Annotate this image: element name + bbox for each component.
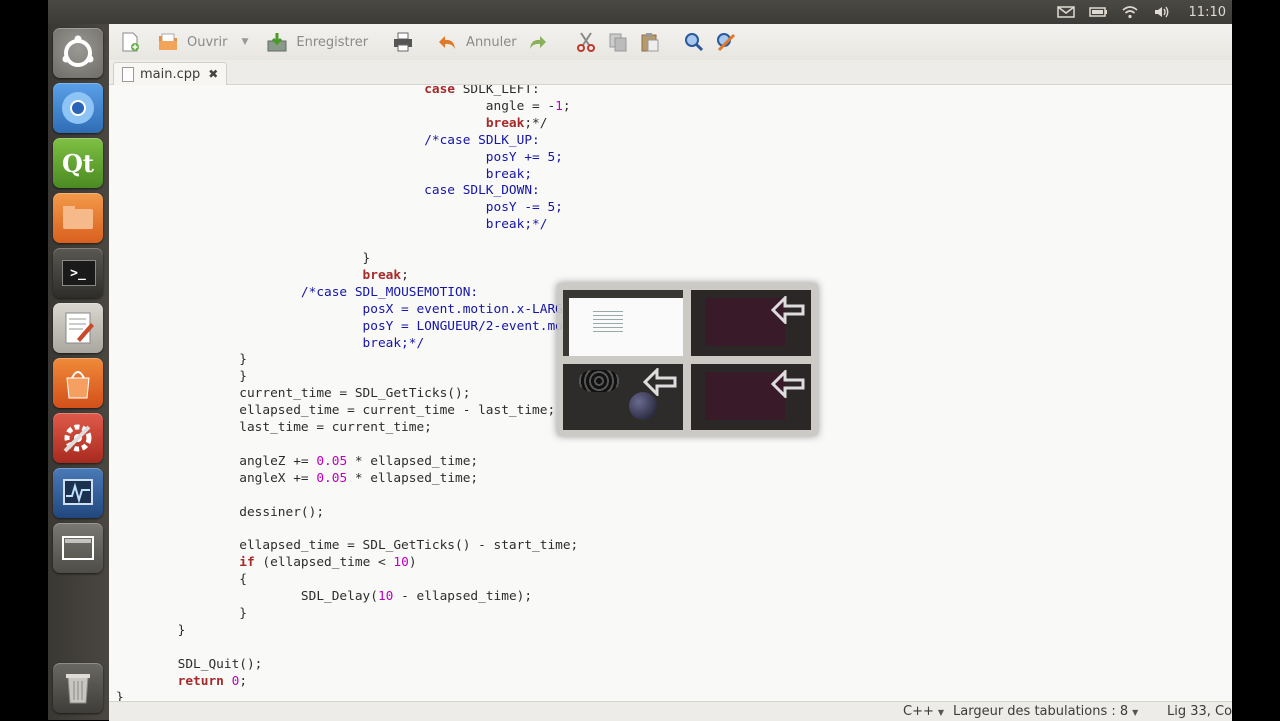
code-line: posY += 5;	[116, 149, 563, 165]
top-panel: 11:10	[48, 0, 1232, 24]
code-line: SDL_Quit();	[116, 656, 263, 672]
paste-icon	[639, 31, 661, 53]
new-document-button[interactable]	[119, 27, 149, 57]
cut-icon	[575, 31, 597, 53]
code-line: case SDLK_LEFT:	[424, 85, 540, 97]
code-line: }	[116, 352, 247, 368]
status-bar: C++ ▼ Largeur des tabulations : 8 ▼ Lig 33…	[109, 701, 1236, 721]
text-editor-icon[interactable]	[53, 303, 103, 353]
editor-toolbar: Ouvrir ▼ Enregistrer Annuler	[109, 24, 1232, 60]
system-settings-icon[interactable]	[53, 413, 103, 463]
code-line: angleX += 0.05 * ellapsed_time;	[116, 470, 479, 486]
undo-button[interactable]: Annuler	[436, 27, 517, 57]
redo-icon	[527, 31, 549, 53]
code-line: }	[116, 369, 247, 385]
launcher: Qt >_	[48, 24, 110, 720]
code-line: ellapsed_time = current_time - last_time…	[116, 403, 556, 419]
workspace-2-thumbnail[interactable]	[691, 290, 811, 356]
code-line: if (ellapsed_time < 10)	[239, 555, 417, 571]
code-line: break;	[116, 166, 533, 182]
clock[interactable]: 11:10	[1189, 5, 1226, 20]
code-line: /*case SDLK_UP:	[424, 132, 540, 148]
terminal-prompt: >_	[70, 265, 86, 281]
open-folder-icon	[157, 31, 179, 53]
code-line: current_time = SDL_GetTicks();	[116, 386, 471, 402]
print-icon	[392, 31, 414, 53]
replace-icon	[715, 31, 737, 53]
tab-width-dropdown-arrow-icon: ▼	[1132, 708, 1139, 717]
code-line: }	[116, 622, 186, 638]
volume-icon[interactable]	[1153, 5, 1171, 19]
paste-button[interactable]	[639, 27, 669, 57]
save-icon	[266, 31, 288, 53]
undo-label: Annuler	[466, 34, 517, 50]
open-button[interactable]: Ouvrir ▼	[157, 27, 248, 57]
code-line: /*case SDL_MOUSEMOTION:	[300, 284, 479, 300]
language-dropdown-arrow-icon: ▼	[937, 708, 945, 717]
code-line: }	[116, 690, 124, 701]
replace-button[interactable]	[715, 27, 745, 57]
code-line: break;*/	[485, 115, 548, 131]
print-button[interactable]	[392, 27, 422, 57]
chromium-icon[interactable]	[53, 83, 103, 133]
cut-button[interactable]	[575, 27, 605, 57]
code-line: posX = event.motion.x-LARGEUR/2;	[116, 301, 610, 317]
tab-bar: main.cpp ✖	[109, 60, 1232, 85]
undo-icon	[436, 31, 458, 53]
tab-filename: main.cpp	[140, 66, 201, 82]
tab-width-label: Largeur des tabulations : 8	[953, 704, 1129, 719]
save-button[interactable]: Enregistrer	[266, 27, 368, 57]
code-line: angleZ += 0.05 * ellapsed_time;	[116, 453, 479, 469]
open-dropdown-arrow-icon[interactable]: ▼	[241, 37, 248, 47]
code-line: angle = -1;	[116, 98, 571, 114]
code-line: break;*/	[116, 335, 425, 351]
qt-creator-icon[interactable]: Qt	[53, 138, 103, 188]
system-monitor-icon[interactable]	[53, 468, 103, 518]
trash-icon[interactable]	[53, 663, 103, 713]
code-line: }	[116, 251, 371, 266]
close-tab-icon[interactable]: ✖	[208, 67, 218, 81]
code-line: }	[116, 605, 247, 621]
copy-icon	[607, 31, 629, 53]
mail-icon[interactable]	[1056, 5, 1075, 19]
tab-main-cpp[interactable]: main.cpp ✖	[113, 62, 228, 85]
copy-button[interactable]	[607, 27, 637, 57]
ubuntu-dash-icon[interactable]	[53, 28, 103, 78]
wifi-icon[interactable]	[1121, 5, 1139, 19]
file-icon	[122, 66, 134, 82]
code-line: SDL_Delay(10 - ellapsed_time);	[116, 589, 533, 604]
system-tray: 11:10	[1056, 0, 1226, 24]
workspace-switcher-icon[interactable]	[53, 523, 103, 573]
open-label: Ouvrir	[187, 34, 228, 50]
code-line: posY = LONGUEUR/2-event.motion.y;	[116, 318, 617, 334]
workspace-switcher-overlay	[557, 283, 818, 436]
code-line: case SDLK_DOWN:	[116, 183, 540, 199]
code-line: break;	[362, 267, 409, 283]
search-button[interactable]	[683, 27, 713, 57]
screen-edge	[1232, 0, 1280, 720]
qt-label: Qt	[62, 148, 94, 178]
new-document-icon	[119, 31, 141, 53]
terminal-icon[interactable]: >_	[53, 248, 103, 298]
cursor-position: Lig 33, Col	[1167, 704, 1236, 719]
workspace-1-thumbnail[interactable]	[563, 290, 683, 356]
redo-button[interactable]	[527, 27, 557, 57]
code-line: posY -= 5;	[116, 200, 563, 216]
workspace-3-thumbnail[interactable]	[563, 364, 683, 430]
code-line: last_time = current_time;	[116, 420, 432, 435]
language-selector[interactable]: C++ ▼	[903, 704, 944, 719]
tab-width-selector[interactable]: Largeur des tabulations : 8 ▼	[953, 704, 1138, 719]
language-label: C++	[903, 704, 934, 719]
code-line: dessiner();	[116, 504, 325, 520]
code-line: return 0;	[177, 673, 248, 689]
files-icon[interactable]	[53, 193, 103, 243]
search-icon	[683, 31, 705, 53]
code-line: break;*/	[116, 217, 548, 233]
software-center-icon[interactable]	[53, 358, 103, 408]
code-line: {	[116, 572, 247, 588]
save-label: Enregistrer	[296, 34, 369, 50]
workspace-4-thumbnail[interactable]	[691, 364, 811, 430]
code-line: ellapsed_time = SDL_GetTicks() - start_t…	[116, 538, 579, 554]
battery-icon[interactable]	[1088, 5, 1107, 19]
